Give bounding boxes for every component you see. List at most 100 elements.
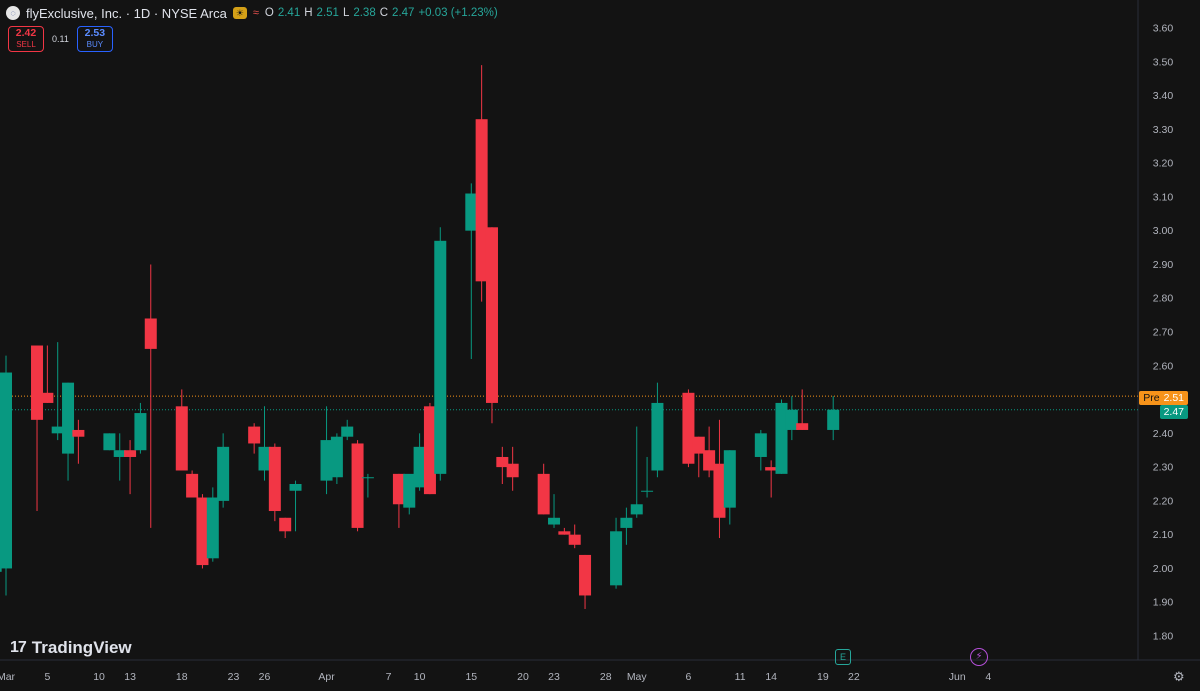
buy-label: BUY	[86, 40, 104, 49]
candle-body	[351, 443, 364, 528]
candle-body	[51, 426, 64, 434]
candle-body	[113, 450, 126, 457]
premarket-label: Pre	[1143, 392, 1160, 404]
candle-body	[651, 402, 664, 471]
candle-body	[475, 119, 488, 282]
candle-body	[496, 456, 509, 468]
time-tick-label: 23	[228, 671, 240, 683]
price-tick-label: 1.90	[1153, 597, 1174, 609]
candle-body	[258, 446, 271, 471]
price-tick-label: 2.70	[1153, 327, 1174, 339]
tradingview-logo[interactable]: 17 TradingView	[10, 638, 132, 658]
candle-body	[630, 504, 643, 515]
candle-body	[413, 446, 426, 488]
time-tick-label: Jun	[949, 671, 966, 683]
price-tick-label: 2.60	[1153, 360, 1174, 372]
low-value: 2.38	[353, 7, 376, 19]
candle-body	[103, 433, 116, 451]
time-tick-label: 14	[765, 671, 777, 683]
time-tick-label: 22	[848, 671, 860, 683]
premarket-value: 2.51	[1163, 392, 1184, 404]
candle-body	[692, 436, 705, 454]
candlestick-chart[interactable]: 3.60 3.50 3.40 3.30 3.20 3.10 3.00 2.90 2.80 2.70…	[0, 0, 1200, 691]
candle-body	[186, 473, 199, 498]
price-tick-label: 2.90	[1153, 259, 1174, 271]
earnings-event-icon[interactable]: E	[835, 649, 851, 665]
settings-gear-icon[interactable]: ⚙	[1173, 670, 1187, 684]
candle-body	[175, 406, 188, 471]
candle-body	[134, 413, 147, 451]
spread-value: 0.11	[52, 34, 69, 44]
candle-body	[558, 531, 571, 535]
candle-body	[537, 473, 550, 515]
candle-body	[268, 446, 281, 512]
price-tick-label: 2.40	[1153, 428, 1174, 440]
extended-hours-icon[interactable]: ☀	[232, 7, 247, 19]
candle-body	[341, 426, 354, 437]
time-tick-label: 28	[600, 671, 612, 683]
candle-body	[0, 372, 12, 569]
candle-body	[124, 450, 137, 457]
buy-price: 2.53	[84, 27, 106, 39]
open-label: O	[264, 7, 274, 19]
candle-body	[31, 345, 44, 420]
open-value: 2.41	[277, 7, 301, 19]
candle-body	[579, 554, 592, 596]
low-label: L	[342, 7, 350, 19]
time-tick-label: 13	[124, 671, 136, 683]
price-tick-label: 2.10	[1153, 529, 1174, 541]
time-tick-label: 4	[985, 671, 991, 683]
candle-body	[423, 406, 436, 495]
ohlc-values: O 2.41 H 2.51 L 2.38 C 2.47 +0.03 (+1.23%)	[265, 7, 498, 19]
symbol-title[interactable]: flyExclusive, Inc. · 1D · NYSE Arca	[26, 6, 227, 21]
candle-body	[485, 227, 498, 403]
time-tick-label: Apr	[318, 671, 335, 683]
market-status-icon[interactable]: ≈	[253, 7, 259, 19]
time-tick-label: Mar	[0, 671, 16, 683]
tradingview-name: TradingView	[31, 638, 132, 657]
price-tick-label: 3.00	[1153, 225, 1174, 237]
candle-body	[361, 477, 374, 479]
time-tick-label: 15	[465, 671, 477, 683]
price-tick-label: 1.80	[1153, 631, 1174, 643]
candle-body	[465, 193, 478, 231]
time-tick-label: 23	[548, 671, 560, 683]
candle-body	[785, 409, 798, 430]
candle-body	[796, 423, 809, 430]
candle-body	[196, 497, 209, 566]
close-value: 2.47	[392, 7, 415, 19]
price-tick-label: 3.40	[1153, 90, 1174, 102]
sell-button[interactable]: 2.42 SELL	[8, 26, 44, 52]
time-tick-label: 18	[176, 671, 188, 683]
buy-button[interactable]: 2.53 BUY	[76, 26, 113, 52]
candle-body	[289, 484, 302, 491]
price-tick-label: 3.50	[1153, 56, 1174, 68]
candle-body	[610, 531, 623, 586]
close-label: C	[379, 7, 389, 19]
high-label: H	[304, 7, 313, 19]
candle-body	[754, 433, 767, 457]
candle-body	[568, 534, 581, 545]
tradingview-mark-icon: 17	[10, 639, 27, 656]
candle-body	[279, 517, 292, 532]
sell-label: SELL	[16, 40, 36, 49]
price-tick-label: 3.10	[1153, 191, 1174, 203]
candle-body	[713, 463, 726, 518]
candle-body	[144, 318, 157, 349]
candle-body	[72, 429, 85, 437]
candle-body	[548, 517, 561, 525]
candle-body	[41, 392, 54, 403]
candle-body	[620, 517, 633, 528]
dividend-event-icon[interactable]: ⚡	[970, 648, 988, 666]
trade-panel: 2.42 SELL 0.11 2.53 BUY	[8, 26, 113, 52]
candle-body	[434, 240, 447, 474]
price-tick-label: 3.60	[1153, 23, 1174, 35]
company-logo-icon: ◌	[6, 6, 20, 20]
price-tick-label: 3.30	[1153, 124, 1174, 136]
time-tick-label: May	[627, 671, 648, 683]
price-tick-label: 3.20	[1153, 158, 1174, 170]
candle-body	[682, 392, 695, 464]
candle-body	[775, 402, 788, 474]
premarket-price-tag: Pre 2.51	[1139, 391, 1188, 405]
time-tick-label: 10	[414, 671, 426, 683]
